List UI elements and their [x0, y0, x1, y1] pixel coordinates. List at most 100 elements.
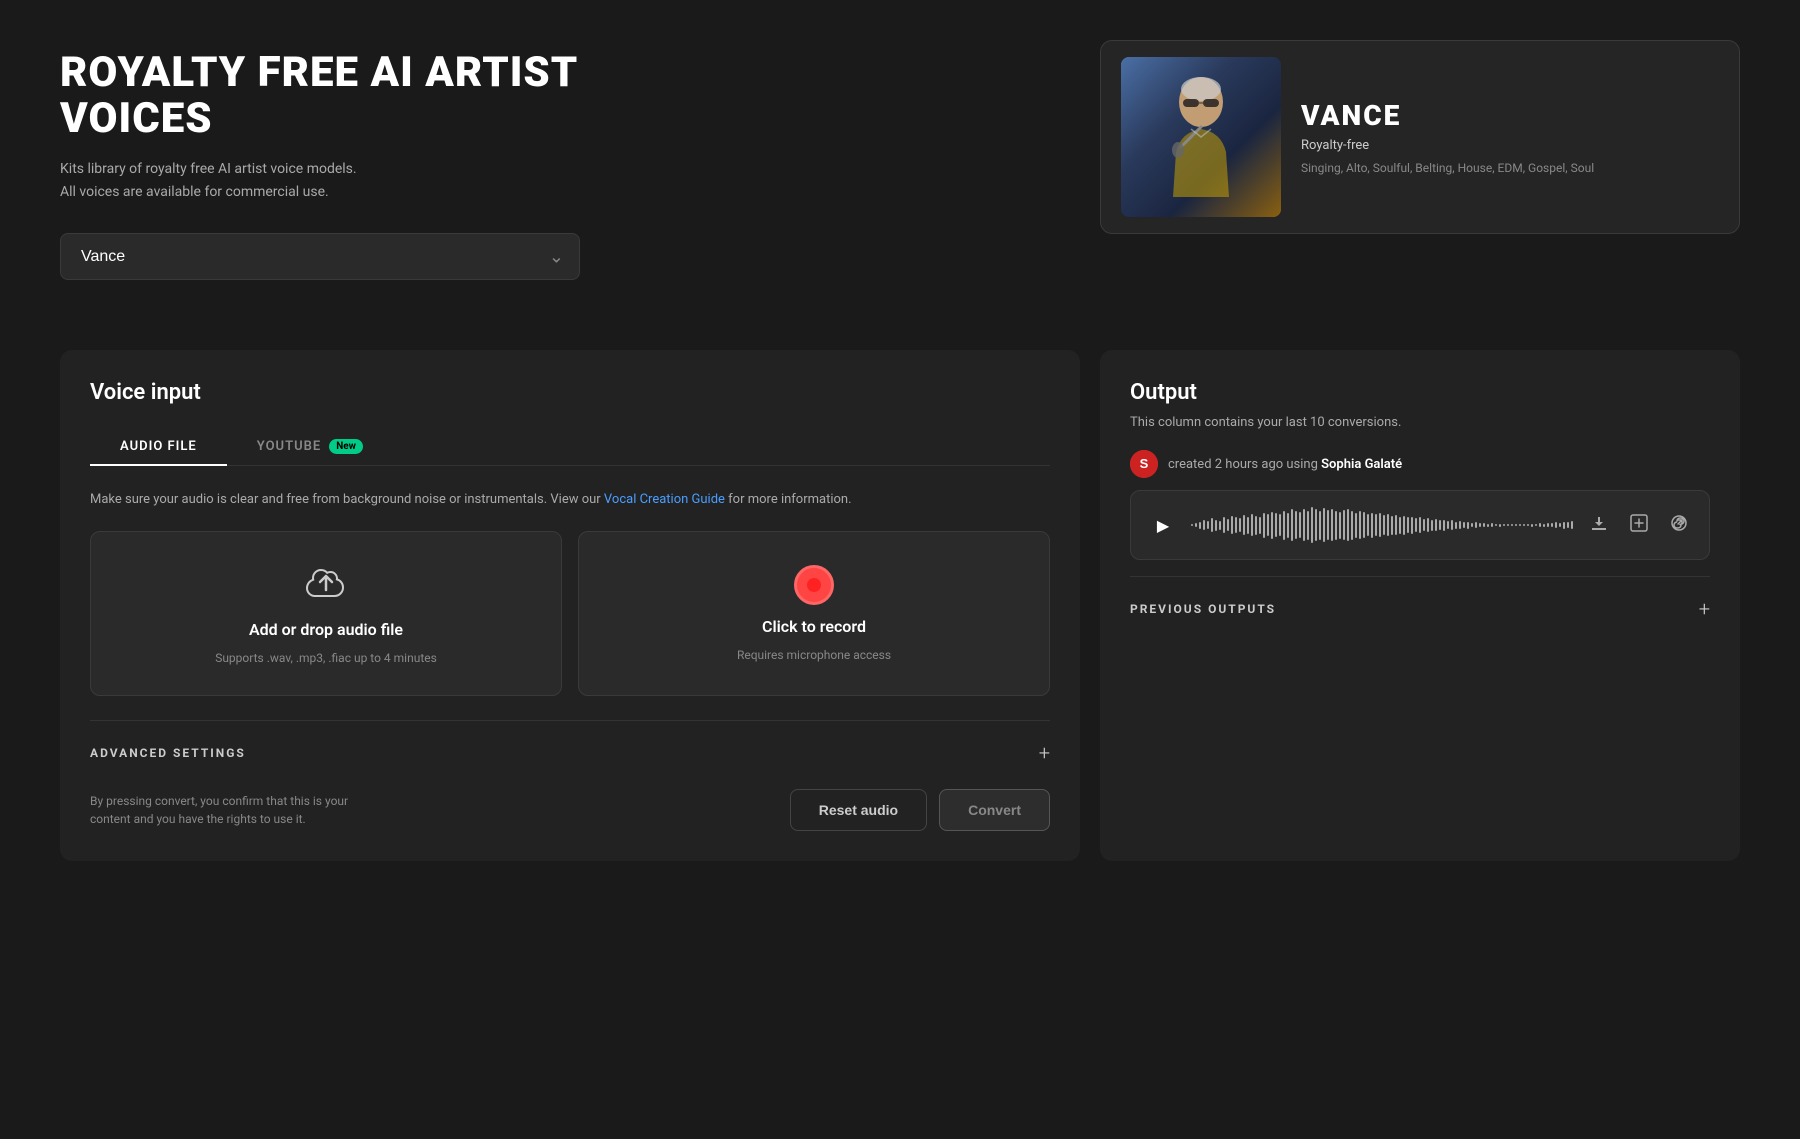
download-button[interactable]	[1585, 509, 1613, 542]
audio-actions	[1585, 509, 1693, 542]
panel-actions: By pressing convert, you confirm that th…	[90, 789, 1050, 831]
waveform-bar	[1279, 514, 1281, 536]
voice-select[interactable]: Vance	[60, 233, 580, 280]
svg-text:S: S	[1140, 456, 1149, 471]
waveform-bar	[1367, 514, 1369, 537]
convert-button[interactable]: Convert	[939, 789, 1050, 831]
waveform-bar	[1487, 524, 1489, 527]
expand-icon: +	[1039, 741, 1050, 765]
waveform-bar	[1551, 523, 1553, 527]
waveform-bar	[1311, 507, 1313, 543]
waveform-bar	[1471, 523, 1473, 528]
previous-outputs-header[interactable]: PREVIOUS OUTPUTS +	[1130, 597, 1710, 621]
hero-title: ROYALTY FREE AI ARTIST VOICES	[60, 50, 680, 142]
waveform-bar	[1239, 518, 1241, 532]
waveform-bar	[1363, 512, 1365, 538]
voice-input-panel: Voice input AUDIO FILE YOUTUBE New Make …	[60, 350, 1080, 861]
waveform-bar	[1283, 511, 1285, 540]
waveform-bar	[1343, 510, 1345, 541]
add-to-library-button[interactable]	[1625, 509, 1653, 542]
avatar: S	[1130, 450, 1158, 478]
waveform-bar	[1443, 520, 1445, 531]
waveform-bar	[1299, 512, 1301, 538]
top-section: ROYALTY FREE AI ARTIST VOICES Kits libra…	[0, 0, 1800, 320]
artist-info: VANCE Royalty-free Singing, Alto, Soulfu…	[1301, 99, 1719, 175]
expand-previous-icon: +	[1699, 597, 1710, 621]
waveform-bar	[1211, 518, 1213, 532]
hero-subtitle: Kits library of royalty free AI artist v…	[60, 158, 680, 203]
waveform-bar	[1227, 519, 1229, 532]
waveform-bar	[1419, 517, 1421, 533]
previous-outputs-label: PREVIOUS OUTPUTS	[1130, 602, 1276, 616]
disclaimer-text: By pressing convert, you confirm that th…	[90, 792, 390, 828]
conversion-info: created 2 hours ago using Sophia Galaté	[1168, 457, 1402, 472]
waveform-bar	[1507, 524, 1509, 526]
waveform-bar	[1423, 519, 1425, 532]
tab-youtube[interactable]: YOUTUBE New	[227, 429, 393, 466]
waveform-bar	[1247, 517, 1249, 534]
output-panel: Output This column contains your last 10…	[1100, 350, 1740, 861]
output-title: Output	[1130, 380, 1710, 405]
waveform-bar	[1271, 512, 1273, 539]
waveform-bar	[1511, 524, 1513, 525]
waveform-bar	[1383, 515, 1385, 535]
waveform-bar	[1267, 514, 1269, 536]
waveform-bar	[1263, 513, 1265, 538]
waveform-bar	[1355, 513, 1357, 538]
waveform-bar	[1195, 523, 1197, 527]
record-icon	[794, 565, 834, 605]
share-link-button[interactable]	[1665, 509, 1693, 542]
waveform-bar	[1491, 523, 1493, 527]
reset-audio-button[interactable]: Reset audio	[790, 789, 927, 831]
voice-select-wrapper: Vance ⌄	[60, 233, 580, 280]
voice-input-tabs: AUDIO FILE YOUTUBE New	[90, 429, 1050, 466]
conversion-meta: S created 2 hours ago using Sophia Galat…	[1130, 450, 1710, 478]
cloud-upload-icon	[303, 562, 349, 608]
waveform-bar	[1567, 522, 1569, 527]
record-card[interactable]: Click to record Requires microphone acce…	[578, 531, 1050, 696]
previous-outputs: PREVIOUS OUTPUTS +	[1130, 576, 1710, 621]
play-button[interactable]: ▶	[1147, 509, 1179, 541]
waveform-bar	[1475, 522, 1477, 527]
waveform-bar	[1275, 513, 1277, 536]
waveform-bar	[1411, 517, 1413, 534]
waveform-bar	[1203, 520, 1205, 530]
waveform-bar	[1535, 524, 1537, 526]
advanced-settings-label: ADVANCED SETTINGS	[90, 746, 246, 760]
waveform-bar	[1251, 514, 1253, 537]
waveform-bar	[1559, 523, 1561, 528]
waveform-bar	[1563, 522, 1565, 529]
waveform-bar	[1451, 520, 1453, 530]
waveform-bar	[1503, 524, 1505, 526]
waveform-bar	[1287, 513, 1289, 538]
waveform-bar	[1543, 524, 1545, 527]
waveform-bar	[1219, 521, 1221, 530]
waveform-bar	[1403, 516, 1405, 535]
waveform-bar	[1231, 516, 1233, 534]
upload-cards: Add or drop audio file Supports .wav, .m…	[90, 531, 1050, 696]
waveform-bar	[1515, 524, 1517, 526]
conversion-item: S created 2 hours ago using Sophia Galat…	[1130, 450, 1710, 560]
advanced-settings-header[interactable]: ADVANCED SETTINGS +	[90, 741, 1050, 765]
add-drop-title: Add or drop audio file	[249, 620, 403, 639]
waveform-bar	[1495, 524, 1497, 526]
add-drop-card[interactable]: Add or drop audio file Supports .wav, .m…	[90, 531, 562, 696]
vocal-creation-guide-link[interactable]: Vocal Creation Guide	[604, 492, 725, 507]
waveform-bar	[1399, 517, 1401, 534]
waveform-bar	[1347, 509, 1349, 541]
waveform-bar	[1331, 509, 1333, 541]
waveform-bar	[1323, 508, 1325, 542]
artist-tags: Singing, Alto, Soulful, Belting, House, …	[1301, 161, 1719, 175]
waveform-bar	[1375, 514, 1377, 536]
waveform-bar	[1207, 521, 1209, 529]
waveform-bar	[1307, 511, 1309, 540]
waveform-bar	[1295, 511, 1297, 539]
waveform-bar	[1371, 513, 1373, 538]
tab-audio-file[interactable]: AUDIO FILE	[90, 429, 227, 466]
waveform-bar	[1547, 523, 1549, 528]
advanced-settings: ADVANCED SETTINGS +	[90, 720, 1050, 765]
audio-player: ▶	[1130, 490, 1710, 560]
waveform-bar	[1539, 523, 1541, 527]
waveform-bar	[1519, 524, 1521, 525]
output-subtitle: This column contains your last 10 conver…	[1130, 415, 1710, 430]
